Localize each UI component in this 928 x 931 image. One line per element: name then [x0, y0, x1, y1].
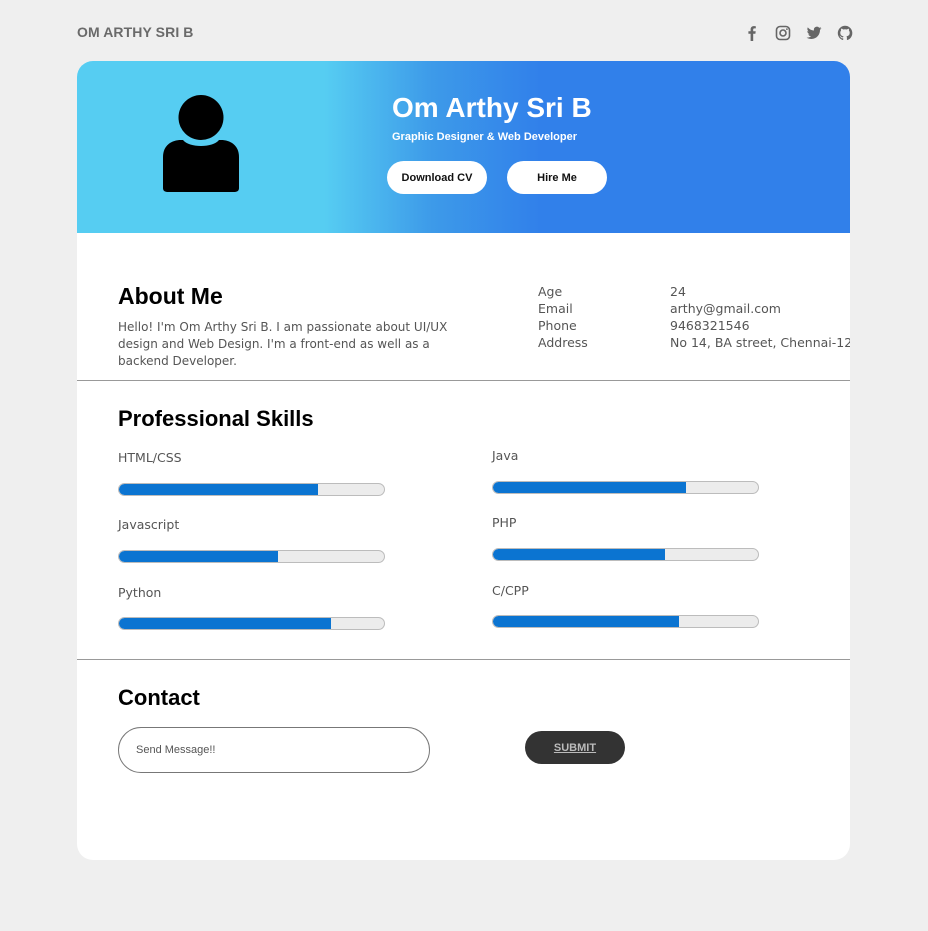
- skill-bar-fill: [493, 549, 666, 560]
- skill-label-python: Python: [118, 585, 162, 600]
- resume-card: Om Arthy Sri B Graphic Designer & Web De…: [77, 61, 850, 860]
- section-divider: [77, 659, 850, 660]
- skill-label-java: Java: [492, 448, 519, 463]
- info-labels: Age Email Phone Address: [538, 283, 588, 351]
- skills-title: Professional Skills: [118, 406, 314, 431]
- skill-bar-fill: [119, 618, 331, 629]
- skill-label-html-css: HTML/CSS: [118, 450, 182, 465]
- info-label-email: Email: [538, 301, 573, 316]
- info-label-address: Address: [538, 335, 588, 350]
- hire-me-button[interactable]: Hire Me: [507, 161, 607, 194]
- info-value-email: arthy@gmail.com: [670, 301, 781, 316]
- info-label-phone: Phone: [538, 318, 577, 333]
- skill-bar-python: [118, 617, 385, 630]
- skill-label-c-cpp: C/CPP: [492, 583, 529, 598]
- skill-bar-fill: [493, 616, 679, 627]
- about-text: Hello! I'm Om Arthy Sri B. I am passiona…: [118, 320, 448, 368]
- hero-banner: Om Arthy Sri B Graphic Designer & Web De…: [77, 61, 850, 233]
- instagram-icon[interactable]: [774, 24, 792, 42]
- skill-bar-html-css: [118, 483, 385, 496]
- skill-bar-java: [492, 481, 759, 494]
- section-divider: [77, 380, 850, 381]
- info-value-phone: 9468321546: [670, 318, 750, 333]
- skill-bar-c-cpp: [492, 615, 759, 628]
- download-cv-button[interactable]: Download CV: [387, 161, 487, 194]
- hero-role: Graphic Designer & Web Developer: [392, 131, 578, 143]
- skill-bar-fill: [119, 551, 278, 562]
- skill-label-php: PHP: [492, 515, 517, 530]
- social-links: [743, 24, 854, 42]
- skill-bar-fill: [493, 482, 687, 493]
- info-value-age: 24: [670, 284, 686, 299]
- message-input[interactable]: [118, 727, 430, 773]
- brand-name: OM ARTHY SRI B: [77, 24, 194, 40]
- skill-bar-fill: [119, 484, 318, 495]
- github-icon[interactable]: [836, 24, 854, 42]
- about-title: About Me: [118, 283, 223, 309]
- facebook-icon[interactable]: [743, 24, 761, 42]
- info-label-age: Age: [538, 284, 563, 299]
- info-values: 24 arthy@gmail.com 9468321546 No 14, BA …: [670, 283, 850, 351]
- submit-button[interactable]: SUBMIT: [525, 731, 625, 764]
- skill-label-javascript: Javascript: [118, 517, 180, 532]
- skill-bar-javascript: [118, 550, 385, 563]
- info-value-address: No 14, BA street, Chennai-12: [670, 335, 850, 350]
- skill-bar-php: [492, 548, 759, 561]
- user-avatar-icon: [163, 95, 239, 193]
- contact-title: Contact: [118, 685, 200, 710]
- twitter-icon[interactable]: [805, 24, 823, 42]
- hero-name: Om Arthy Sri B: [392, 92, 592, 123]
